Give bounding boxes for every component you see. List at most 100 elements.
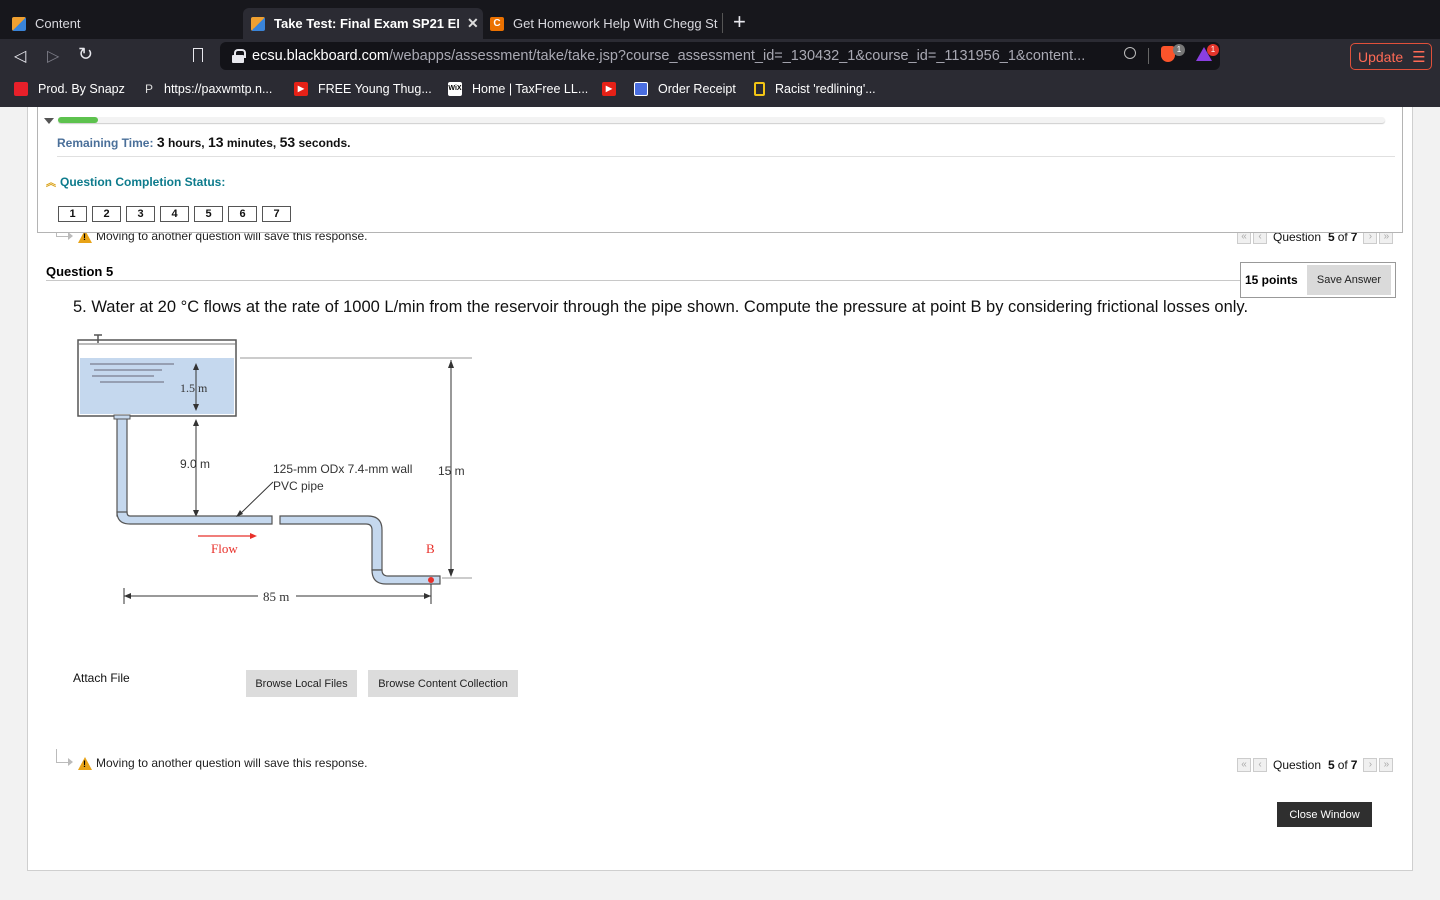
blackboard-icon — [251, 16, 265, 31]
tab-content[interactable]: Content — [12, 8, 81, 39]
attach-file-label: Attach File — [73, 671, 130, 685]
bookmark-item[interactable]: Prod. By Snapz — [14, 82, 125, 96]
seconds-value: 53 — [279, 134, 296, 150]
horizontal-pipe-segment-2 — [279, 515, 383, 571]
update-button[interactable]: Update ☰ — [1350, 43, 1432, 70]
browse-content-collection-button[interactable]: Browse Content Collection — [368, 670, 518, 697]
reservoir-water — [80, 358, 234, 414]
remaining-time-label: Remaining Time: — [57, 136, 154, 150]
timer-panel: Remaining Time: 3 hours, 13 minutes, 53 … — [37, 107, 1403, 233]
url-host: ecsu.blackboard.com — [252, 48, 390, 64]
tab-label: Take Test: Final Exam SP21 ENG — [274, 16, 459, 31]
yellow-box-icon — [754, 82, 765, 96]
bookmark-label: https://paxwmtp.n... — [164, 82, 273, 96]
tab-separator — [722, 13, 723, 33]
menu-icon: ☰ — [1412, 48, 1426, 66]
pipe-label-line1: 125-mm ODx 7.4-mm wall — [273, 462, 412, 476]
last-question-icon[interactable]: » — [1379, 758, 1394, 772]
bookmark-page-icon[interactable] — [193, 48, 203, 62]
height-label: 15 m — [438, 464, 465, 478]
bookmark-item[interactable]: WiX Home | TaxFree LL... — [448, 82, 588, 96]
question-link-7[interactable]: 7 — [262, 206, 291, 222]
time-progress-fill — [58, 117, 98, 123]
pipe-leader-line — [237, 481, 274, 517]
question-link-4[interactable]: 4 — [160, 206, 189, 222]
bookmark-item[interactable]: ▶ FREE Young Thug... — [294, 82, 432, 96]
p-letter-icon: P — [144, 82, 153, 96]
nav-total: 7 — [1350, 758, 1358, 772]
next-question-icon[interactable]: › — [1363, 758, 1378, 772]
close-tab-icon[interactable]: ✕ — [467, 15, 479, 32]
bookmark-label: FREE Young Thug... — [318, 82, 432, 96]
pipe-system-figure: 1.5 m 9.0 m 125-mm ODx 7.4-mm wall PVC p… — [77, 334, 472, 604]
vertical-pipe — [116, 415, 128, 517]
address-bar[interactable]: ecsu.blackboard.com /webapps/assessment/… — [220, 42, 1220, 70]
question-title: Question 5 — [46, 264, 114, 279]
save-answer-button[interactable]: Save Answer — [1307, 265, 1391, 295]
question-link-2[interactable]: 2 — [92, 206, 121, 222]
flow-arrow-head — [250, 533, 257, 539]
question-link-5[interactable]: 5 — [194, 206, 223, 222]
depth-label: 1.5 m — [180, 381, 208, 395]
first-question-icon[interactable]: « — [1237, 758, 1251, 772]
arrow-hook-icon — [56, 749, 73, 766]
browser-toolbar: ◁ ▷ ↻ ecsu.blackboard.com /webapps/asses… — [0, 39, 1440, 74]
youtube-icon: ▶ — [294, 82, 308, 96]
back-icon[interactable]: ◁ — [14, 46, 26, 66]
nav-prefix: Question — [1273, 758, 1322, 772]
bookmark-label: Home | TaxFree LL... — [472, 82, 589, 96]
pipe-flange — [113, 414, 131, 420]
prev-question-icon[interactable]: ‹ — [1253, 758, 1267, 772]
drop-label: 9.0 m — [180, 457, 210, 471]
bookmark-item[interactable]: Racist 'redlining'... — [754, 82, 876, 96]
url-path: /webapps/assessment/take/take.jsp?course… — [389, 48, 1086, 64]
bookmark-item[interactable]: P https://paxwmtp.n... — [142, 82, 272, 96]
collapse-icon[interactable] — [44, 118, 54, 124]
youtube-icon: ▶ — [602, 82, 616, 96]
close-window-button[interactable]: Close Window — [1277, 802, 1372, 827]
point-b-marker — [428, 577, 434, 583]
nav-current: 5 — [1328, 758, 1335, 772]
bookmarks-bar: Prod. By Snapz P https://paxwmtp.n... ▶ … — [0, 74, 1440, 107]
minutes-unit: minutes, — [226, 136, 277, 150]
question-link-1[interactable]: 1 — [58, 206, 87, 222]
points-box: 15 points Save Answer — [1240, 262, 1396, 298]
question-text: 5. Water at 20 °C flows at the rate of 1… — [73, 298, 1249, 316]
tab-chegg[interactable]: C Get Homework Help With Chegg St — [490, 8, 718, 39]
save-notice-bottom: Moving to another question will save thi… — [78, 756, 367, 770]
lock-icon — [232, 49, 246, 63]
bookmark-item[interactable]: ▶ — [602, 82, 626, 96]
tab-label: Get Homework Help With Chegg St — [513, 16, 718, 31]
new-tab-icon[interactable]: + — [733, 10, 746, 34]
nav-of: of — [1337, 758, 1348, 772]
question-link-3[interactable]: 3 — [126, 206, 155, 222]
hours-unit: hours, — [167, 136, 205, 150]
doc-icon — [634, 82, 648, 96]
time-progress-bar — [58, 117, 1385, 123]
wix-icon: WiX — [448, 82, 462, 96]
question-number-list: 1 2 3 4 5 6 7 — [58, 206, 291, 222]
notice-text: Moving to another question will save thi… — [96, 756, 368, 770]
rewards-count-badge: 1 — [1207, 44, 1219, 56]
completion-label: Question Completion Status: — [60, 175, 226, 189]
browse-local-files-button[interactable]: Browse Local Files — [246, 670, 357, 697]
length-label: 85 m — [263, 589, 289, 604]
question-nav-bottom: « ‹ Question 5 of 7 › » — [1237, 758, 1395, 772]
minutes-value: 13 — [207, 134, 224, 150]
browser-tab-bar: Content Take Test: Final Exam SP21 ENG ✕… — [0, 0, 1440, 39]
flow-label: Flow — [211, 541, 238, 556]
tab-take-test[interactable]: Take Test: Final Exam SP21 ENG ✕ — [243, 8, 483, 39]
zoom-icon[interactable] — [1124, 47, 1136, 59]
blackboard-icon — [12, 16, 26, 31]
warning-icon — [78, 756, 92, 770]
horizontal-pipe-segment-1 — [116, 511, 273, 525]
question-divider — [46, 280, 1242, 281]
remaining-time: Remaining Time: 3 hours, 13 minutes, 53 … — [57, 134, 351, 150]
question-link-6[interactable]: 6 — [228, 206, 257, 222]
bookmark-item[interactable]: Order Receipt — [634, 82, 736, 96]
toolbar-divider — [1148, 48, 1149, 64]
completion-status[interactable]: ︽ Question Completion Status: — [46, 174, 225, 189]
reload-icon[interactable]: ↻ — [78, 44, 93, 65]
hours-value: 3 — [156, 134, 165, 150]
forward-icon[interactable]: ▷ — [47, 46, 59, 66]
